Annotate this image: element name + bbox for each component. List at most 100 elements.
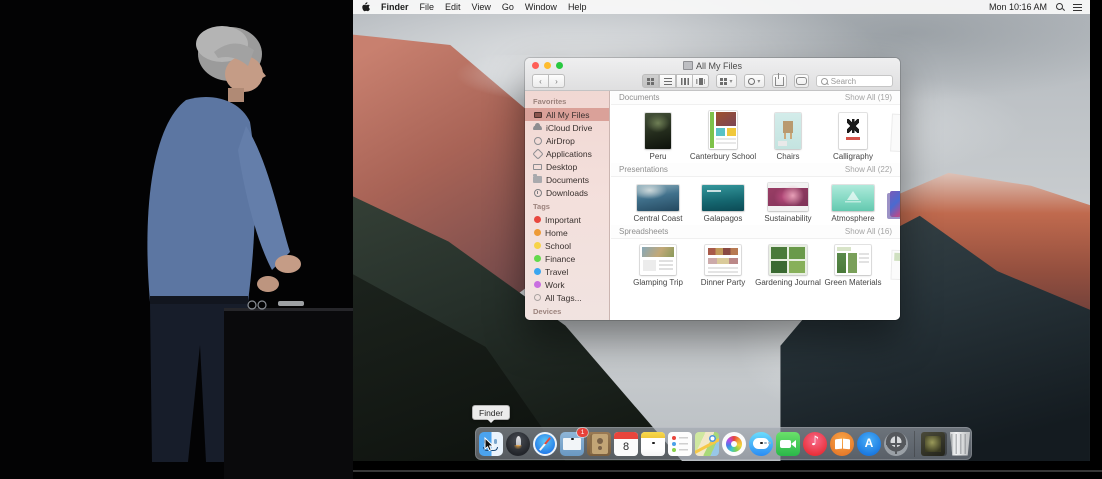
partial-file-thumbnail	[891, 114, 900, 152]
menu-bar: Finder File Edit View Go Window Help Mon…	[353, 0, 1090, 14]
menu-view[interactable]: View	[472, 2, 491, 12]
file-thumbnail	[645, 113, 671, 149]
mouse-cursor	[484, 437, 495, 452]
finder-sidebar: Favorites All My Files iCloud Drive AirD…	[525, 91, 610, 320]
calendar-day: 8	[622, 440, 630, 453]
sidebar-tag-work[interactable]: Work	[525, 278, 609, 291]
file-thumbnail	[702, 185, 744, 211]
sidebar-tag-home[interactable]: Home	[525, 226, 609, 239]
dock-icon-contacts[interactable]	[587, 431, 611, 456]
arrange-menu-button[interactable]: ▾	[716, 74, 737, 88]
section-documents: Documents Show All (19) Peru Canterbury …	[611, 91, 900, 163]
sidebar-tag-important[interactable]: Important	[525, 213, 609, 226]
share-button[interactable]	[771, 72, 787, 88]
search-input[interactable]: Search	[815, 75, 893, 87]
action-menu-button[interactable]: ▾	[743, 74, 765, 88]
sidebar-item-desktop[interactable]: Desktop	[525, 160, 609, 173]
tag-dot-all	[534, 294, 541, 301]
sidebar-tag-finance[interactable]: Finance	[525, 252, 609, 265]
dock-icon-ibooks[interactable]	[830, 431, 854, 456]
back-button[interactable]: ‹	[532, 74, 549, 88]
all-my-files-icon	[682, 61, 693, 70]
apple-menu-icon[interactable]	[361, 2, 370, 12]
file-gardening-journal[interactable]: Gardening Journal	[755, 245, 821, 287]
column-view-button[interactable]	[676, 74, 693, 88]
finder-content: Documents Show All (19) Peru Canterbury …	[611, 91, 900, 320]
downloads-icon	[533, 188, 542, 197]
partial-file-thumbnail	[891, 250, 900, 280]
show-all-link[interactable]: Show All (16)	[845, 227, 892, 236]
sidebar-item-documents[interactable]: Documents	[525, 173, 609, 186]
dock-icon-system-preferences[interactable]	[884, 431, 908, 456]
applications-icon	[531, 147, 544, 160]
coverflow-view-button[interactable]	[693, 74, 709, 88]
sidebar-item-applications[interactable]: Applications	[525, 147, 609, 160]
file-chairs[interactable]: Chairs	[757, 113, 819, 161]
tag-dot-green	[534, 255, 541, 262]
menu-window[interactable]: Window	[525, 2, 557, 12]
list-view-button[interactable]	[659, 74, 676, 88]
file-galapagos[interactable]: Galapagos	[692, 185, 754, 223]
file-thumbnail	[709, 111, 737, 149]
file-calligraphy[interactable]: Calligraphy	[822, 113, 884, 161]
dock-icon-launchpad[interactable]	[506, 431, 530, 456]
mail-unread-badge: 1	[577, 427, 588, 437]
file-atmosphere[interactable]: Atmosphere	[822, 185, 884, 223]
file-thumbnail	[839, 113, 867, 149]
tag-dot-purple	[534, 281, 541, 288]
menu-help[interactable]: Help	[568, 2, 587, 12]
forward-button[interactable]: ›	[549, 74, 565, 88]
tags-button[interactable]	[793, 74, 809, 88]
notification-center-icon[interactable]	[1073, 3, 1082, 11]
sidebar-tag-travel[interactable]: Travel	[525, 265, 609, 278]
file-sustainability[interactable]: Sustainability	[757, 183, 819, 223]
sidebar-item-icloud-drive[interactable]: iCloud Drive	[525, 121, 609, 134]
desktop-icon	[533, 162, 542, 171]
dock-icon-maps[interactable]	[695, 431, 719, 456]
dock-icon-mail[interactable]: 1	[560, 427, 588, 456]
dock-icon-safari[interactable]	[533, 431, 557, 456]
dock-icon-reminders[interactable]	[668, 431, 692, 456]
show-all-link[interactable]: Show All (19)	[845, 93, 892, 102]
tag-dot-yellow	[534, 242, 541, 249]
menu-clock[interactable]: Mon 10:16 AM	[989, 2, 1047, 12]
sidebar-tag-school[interactable]: School	[525, 239, 609, 252]
dock-icon-messages[interactable]	[749, 431, 773, 456]
file-glamping-trip[interactable]: Glamping Trip	[627, 245, 689, 287]
dock-icon-downloads-stack[interactable]	[921, 431, 945, 456]
menu-edit[interactable]: Edit	[445, 2, 461, 12]
dock-icon-notes[interactable]	[641, 431, 665, 456]
file-dinner-party[interactable]: Dinner Party	[692, 245, 754, 287]
icon-view-button[interactable]	[642, 74, 659, 88]
menu-app-name[interactable]: Finder	[381, 2, 409, 12]
spotlight-search-icon[interactable]	[1056, 3, 1065, 11]
file-thumbnail	[705, 245, 741, 275]
dock: 1 8 ♪ A	[475, 427, 972, 460]
menu-go[interactable]: Go	[502, 2, 514, 12]
tags-header: Tags	[533, 202, 550, 211]
sidebar-item-airdrop[interactable]: AirDrop	[525, 134, 609, 147]
show-all-link[interactable]: Show All (22)	[845, 165, 892, 174]
dock-icon-app-store[interactable]: A	[857, 431, 881, 456]
dock-divider	[914, 430, 915, 457]
sidebar-item-all-my-files[interactable]: All My Files	[525, 108, 609, 121]
file-thumbnail	[769, 245, 807, 275]
dock-icon-calendar[interactable]: 8	[614, 431, 638, 456]
file-canterbury-school[interactable]: Canterbury School	[690, 111, 756, 161]
tag-dot-orange	[534, 229, 541, 236]
dock-icon-photos[interactable]	[722, 431, 746, 456]
section-title: Presentations	[619, 165, 668, 174]
navigation-buttons: ‹ ›	[532, 74, 565, 88]
file-peru[interactable]: Peru	[627, 113, 689, 161]
partial-file-thumbnail	[890, 191, 900, 217]
window-header[interactable]: All My Files ‹ › ▾ ▾ Search	[525, 58, 900, 91]
sidebar-item-downloads[interactable]: Downloads	[525, 186, 609, 199]
file-thumbnail	[832, 185, 874, 211]
sidebar-all-tags[interactable]: All Tags...	[525, 291, 609, 304]
dock-icon-facetime[interactable]	[776, 431, 800, 456]
menu-file[interactable]: File	[420, 2, 435, 12]
file-green-materials[interactable]: Green Materials	[822, 245, 884, 287]
dock-icon-trash[interactable]	[949, 431, 971, 456]
file-central-coast[interactable]: Central Coast	[627, 185, 689, 223]
dock-icon-itunes[interactable]: ♪	[803, 431, 827, 456]
